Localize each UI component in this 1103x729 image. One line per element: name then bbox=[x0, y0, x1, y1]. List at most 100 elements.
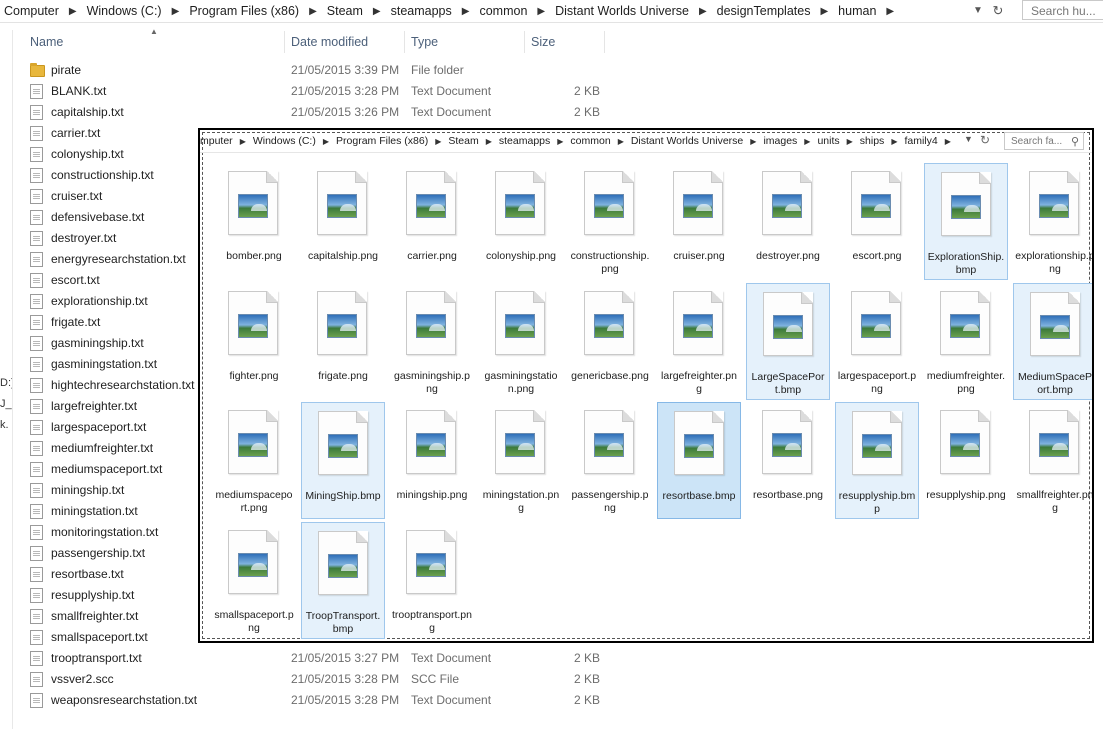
breadcrumb[interactable]: Computer ▶ Windows (C:) ▶ Program Files (x86… bbox=[0, 0, 900, 22]
chevron-right-icon[interactable]: ▶ bbox=[367, 6, 387, 17]
nav-fragment[interactable]: k. bbox=[0, 419, 12, 431]
image-file-tile[interactable]: carrier.png bbox=[390, 163, 474, 280]
chevron-right-icon[interactable]: ▶ bbox=[940, 137, 956, 146]
overlay-crumb[interactable]: common bbox=[568, 135, 612, 147]
address-bar[interactable]: Computer ▶ Windows (C:) ▶ Program Files (x86… bbox=[0, 0, 1103, 23]
image-file-tile[interactable]: MiningShip.bmp bbox=[301, 402, 385, 519]
image-file-tile[interactable]: resortbase.png bbox=[746, 402, 830, 519]
file-row[interactable]: vssver2.scc 21/05/2015 3:28 PM SCC File 2 K… bbox=[30, 669, 610, 690]
image-file-tile[interactable]: bomber.png bbox=[212, 163, 296, 280]
image-file-tile[interactable]: cruiser.png bbox=[657, 163, 741, 280]
image-file-tile[interactable]: miningstation.png bbox=[479, 402, 563, 519]
file-row[interactable]: weaponsresearchstation.txt 21/05/2015 3:2… bbox=[30, 690, 610, 711]
image-file-tile[interactable]: escort.png bbox=[835, 163, 919, 280]
image-file-tile[interactable]: constructionship.png bbox=[568, 163, 652, 280]
chevron-right-icon[interactable]: ▶ bbox=[430, 137, 446, 146]
address-crumb[interactable]: Distant Worlds Universe bbox=[551, 4, 693, 18]
column-header-date[interactable]: Date modified bbox=[283, 31, 405, 53]
chevron-down-icon[interactable]: ▼ bbox=[964, 134, 973, 144]
overlay-crumb[interactable]: images bbox=[761, 135, 799, 147]
image-file-tile[interactable]: resupplyship.bmp bbox=[835, 402, 919, 519]
column-header-type[interactable]: Type bbox=[403, 31, 525, 53]
chevron-right-icon[interactable]: ▶ bbox=[886, 137, 902, 146]
overlay-address-bar[interactable]: mputer ▶ Windows (C:) ▶ Program Files (x86) ▶… bbox=[200, 130, 1092, 153]
image-file-tile[interactable]: gasminingstation.png bbox=[479, 283, 563, 400]
address-crumb[interactable]: steamapps bbox=[387, 4, 456, 18]
chevron-right-icon[interactable]: ▶ bbox=[613, 137, 629, 146]
chevron-right-icon[interactable]: ▶ bbox=[303, 6, 323, 17]
search-input[interactable]: Search hu... bbox=[1022, 0, 1103, 20]
overlay-crumb[interactable]: Distant Worlds Universe bbox=[629, 135, 745, 147]
chevron-right-icon[interactable]: ▶ bbox=[63, 6, 83, 17]
address-crumb[interactable]: Program Files (x86) bbox=[185, 4, 303, 18]
chevron-right-icon[interactable]: ▶ bbox=[799, 137, 815, 146]
image-file-tile[interactable]: trooptransport.png bbox=[390, 522, 474, 639]
overlay-breadcrumb[interactable]: mputer ▶ Windows (C:) ▶ Program Files (x86) ▶… bbox=[200, 130, 956, 152]
image-file-tile[interactable]: resortbase.bmp bbox=[657, 402, 741, 519]
chevron-right-icon[interactable]: ▶ bbox=[481, 137, 497, 146]
image-file-tile[interactable]: ExplorationShip.bmp bbox=[924, 163, 1008, 280]
nav-fragment[interactable]: D:) bbox=[0, 377, 12, 389]
overlay-crumb[interactable]: family4 bbox=[902, 135, 939, 147]
image-file-tile[interactable]: smallfreighter.png bbox=[1013, 402, 1092, 519]
overlay-crumb[interactable]: Program Files (x86) bbox=[334, 135, 430, 147]
overlay-crumb[interactable]: steamapps bbox=[497, 135, 552, 147]
chevron-right-icon[interactable]: ▶ bbox=[166, 6, 186, 17]
image-file-tile[interactable]: largefreighter.png bbox=[657, 283, 741, 400]
image-file-tile[interactable]: resupplyship.png bbox=[924, 402, 1008, 519]
overlay-crumb[interactable]: mputer bbox=[200, 135, 235, 147]
image-file-tile[interactable]: colonyship.png bbox=[479, 163, 563, 280]
file-row[interactable]: capitalship.txt 21/05/2015 3:26 PM Text Do… bbox=[30, 102, 610, 123]
refresh-icon[interactable]: ↻ bbox=[990, 3, 1006, 19]
chevron-right-icon[interactable]: ▶ bbox=[745, 137, 761, 146]
file-row[interactable]: BLANK.txt 21/05/2015 3:28 PM Text Document… bbox=[30, 81, 610, 102]
chevron-right-icon[interactable]: ▶ bbox=[814, 6, 834, 17]
image-file-tile[interactable]: TroopTransport.bmp bbox=[301, 521, 385, 639]
image-file-tile[interactable]: mediumfreighter.png bbox=[924, 283, 1008, 400]
image-file-tile[interactable]: LargeSpacePort.bmp bbox=[746, 282, 830, 400]
file-row[interactable]: pirate 21/05/2015 3:39 PM File folder bbox=[30, 60, 610, 81]
address-crumb[interactable]: Windows (C:) bbox=[83, 4, 166, 18]
image-file-tile[interactable]: miningship.png bbox=[390, 402, 474, 519]
image-file-tile[interactable]: smallspaceport.png bbox=[212, 522, 296, 639]
chevron-right-icon[interactable]: ▶ bbox=[531, 6, 551, 17]
chevron-right-icon[interactable]: ▶ bbox=[842, 137, 858, 146]
nav-fragment[interactable]: J_ bbox=[0, 398, 12, 410]
chevron-right-icon[interactable]: ▶ bbox=[880, 6, 900, 17]
chevron-right-icon[interactable]: ▶ bbox=[693, 6, 713, 17]
column-header-name[interactable]: Name bbox=[22, 31, 285, 53]
overlay-crumb[interactable]: ships bbox=[858, 135, 887, 147]
image-file-icon bbox=[228, 290, 278, 355]
address-crumb[interactable]: designTemplates bbox=[713, 4, 815, 18]
overlay-search-input[interactable]: Search fa... ⚲ bbox=[1004, 132, 1084, 150]
image-file-tile[interactable]: fighter.png bbox=[212, 283, 296, 400]
image-thumbnail bbox=[950, 313, 980, 338]
image-file-tile[interactable]: gasminingship.png bbox=[390, 283, 474, 400]
chevron-right-icon[interactable]: ▶ bbox=[318, 137, 334, 146]
address-crumb[interactable]: common bbox=[475, 4, 531, 18]
image-file-tile[interactable]: MediumSpacePort.bmp bbox=[1013, 282, 1092, 400]
image-file-tile[interactable]: genericbase.png bbox=[568, 283, 652, 400]
address-crumb[interactable]: Computer bbox=[0, 4, 63, 18]
overlay-crumb[interactable]: Steam bbox=[446, 135, 480, 147]
chevron-right-icon[interactable]: ▶ bbox=[235, 137, 251, 146]
chevron-right-icon[interactable]: ▶ bbox=[456, 6, 476, 17]
image-file-tile[interactable]: capitalship.png bbox=[301, 163, 385, 280]
overlay-crumb[interactable]: units bbox=[815, 135, 841, 147]
refresh-icon[interactable]: ↻ bbox=[980, 133, 990, 147]
address-crumb[interactable]: human bbox=[834, 4, 880, 18]
search-icon[interactable]: ⚲ bbox=[1071, 134, 1079, 151]
image-file-tile[interactable]: largespaceport.png bbox=[835, 283, 919, 400]
image-file-tile[interactable]: mediumspaceport.png bbox=[212, 402, 296, 519]
column-header-size[interactable]: Size bbox=[523, 31, 605, 53]
image-file-tile[interactable]: explorationship.png bbox=[1013, 163, 1092, 280]
file-name: mediumspaceport.txt bbox=[51, 462, 163, 476]
image-file-tile[interactable]: passengership.png bbox=[568, 402, 652, 519]
address-crumb[interactable]: Steam bbox=[323, 4, 367, 18]
overlay-crumb[interactable]: Windows (C:) bbox=[251, 135, 318, 147]
image-file-tile[interactable]: frigate.png bbox=[301, 283, 385, 400]
image-file-tile[interactable]: destroyer.png bbox=[746, 163, 830, 280]
chevron-right-icon[interactable]: ▶ bbox=[552, 137, 568, 146]
chevron-down-icon[interactable]: ▼ bbox=[971, 3, 985, 19]
file-row[interactable]: trooptransport.txt 21/05/2015 3:27 PM Text… bbox=[30, 648, 610, 669]
